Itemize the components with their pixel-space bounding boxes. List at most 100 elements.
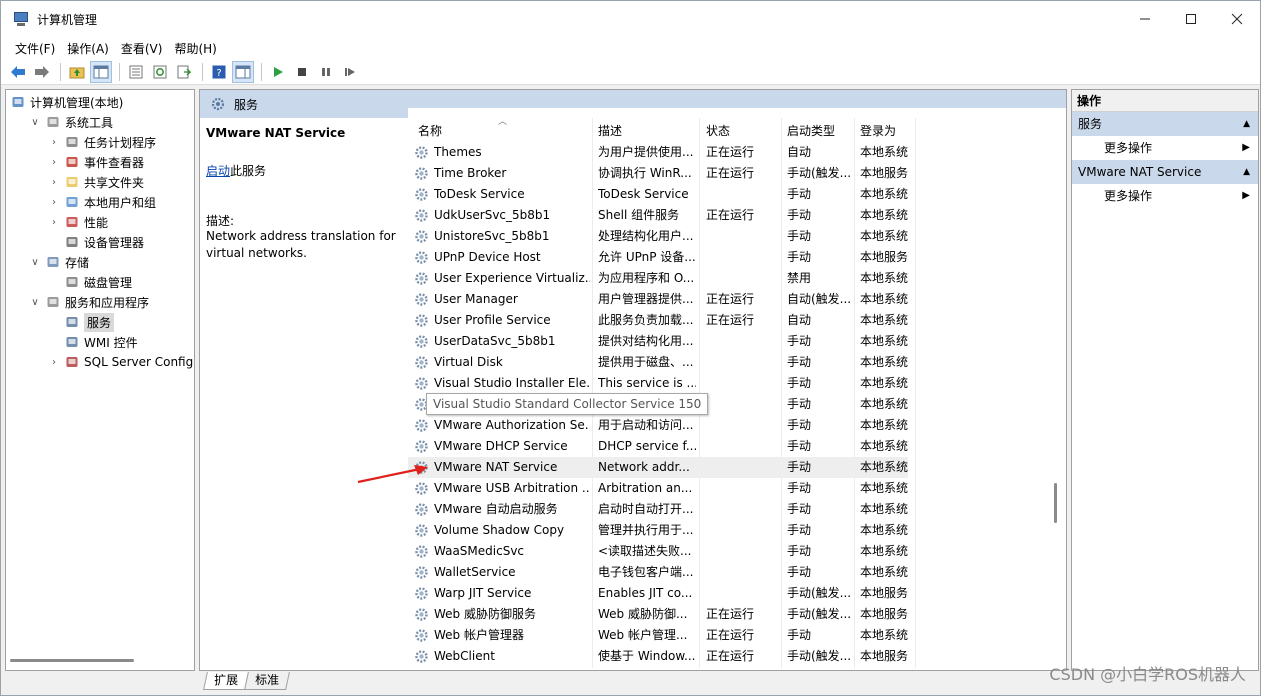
menu-help[interactable]: 帮助(H) [168,40,222,57]
service-row[interactable]: Web 帐户管理器 Web 帐户管理... 正在运行 手动 本地系统 [408,625,908,646]
column-header-logon-as[interactable]: 登录为 [860,120,920,140]
tree-item[interactable]: 设备管理器 [48,232,144,252]
export-list-button[interactable] [173,61,195,83]
pause-service-button[interactable] [315,61,337,83]
tree-item-label: 系统工具 [65,115,114,130]
service-row[interactable]: Themes 为用户提供使用... 正在运行 自动 本地系统 [408,142,908,163]
service-row[interactable]: UserDataSvc_5b8b1 提供对结构化用... 手动 本地系统 [408,331,908,352]
tree-expander-icon[interactable]: › [48,157,60,168]
tree-expander-icon[interactable]: ∨ [29,117,41,128]
service-row[interactable]: Warp JIT Service Enables JIT co... 手动(触发..… [408,583,908,604]
tab-extended[interactable]: 扩展 [203,672,249,690]
start-service-link[interactable]: 启动 [206,164,230,178]
menu-file[interactable]: 文件(F) [9,40,61,57]
column-divider[interactable] [915,118,916,668]
tree-item[interactable]: 服务 [48,312,115,332]
tree-expander-icon[interactable]: ∨ [29,257,41,268]
console-tree: 计算机管理(本地) ∨ 系统工具 › 任务计划程序 › 事件查看器 › 共享文件夹 › 本地用户和组… [5,89,195,671]
service-row[interactable]: VMware USB Arbitration ... Arbitration an… [408,478,908,499]
column-header-description[interactable]: 描述 [598,120,698,140]
tree-expander-icon[interactable]: › [48,177,60,188]
show-action-pane-button[interactable] [232,60,254,83]
service-row[interactable]: User Profile Service 此服务负责加载... 正在运行 自动 本地系统 [408,310,908,331]
tree-expander-icon[interactable]: › [48,357,60,368]
menu-action[interactable]: 操作(A) [61,40,115,57]
service-row[interactable]: Volume Shadow Copy 管理并执行用于... 手动 本地系统 [408,520,908,541]
service-row[interactable]: WebClient 使基于 Window... 正在运行 手动(触发... 本地服务 [408,646,908,667]
restart-service-button[interactable] [339,61,361,83]
service-startup-cell: 手动(触发... [787,586,851,600]
forward-button[interactable] [31,61,53,83]
sql-icon [64,354,80,370]
column-header-startup-type[interactable]: 启动类型 [787,120,855,140]
vertical-scrollbar-thumb[interactable] [1054,483,1057,523]
more-actions-item[interactable]: 更多操作 ▶ [1072,184,1258,208]
close-button[interactable] [1214,1,1260,37]
show-hide-tree-button[interactable] [90,60,112,83]
service-row[interactable]: Time Broker 协调执行 WinR... 正在运行 手动(触发... 本地服务 [408,163,908,184]
properties-icon [129,65,143,78]
back-button[interactable] [7,61,29,83]
up-level-button[interactable] [66,61,88,83]
properties-button[interactable] [125,61,147,83]
more-actions-label: 更多操作 [1104,189,1153,203]
start-service-button[interactable] [267,61,289,83]
service-row[interactable]: UnistoreSvc_5b8b1 处理结构化用户... 手动 本地系统 [408,226,908,247]
service-logon-cell: 本地系统 [860,481,909,495]
service-gear-icon [414,544,429,559]
service-row[interactable]: VMware NAT Service Network addr... 手动 本地系统 [408,457,908,478]
service-row[interactable]: VMware DHCP Service DHCP service f... 手动 本地… [408,436,908,457]
service-gear-icon [414,334,429,349]
tree-item[interactable]: › 本地用户和组 [48,192,156,212]
tree-item[interactable]: ∨ 系统工具 [29,112,113,132]
tree-item[interactable]: › SQL Server Configura [48,352,194,372]
tree-item[interactable]: › 性能 [48,212,108,232]
service-row[interactable]: Web 威胁防御服务 Web 威胁防御... 正在运行 手动(触发... 本地服务 [408,604,908,625]
actions-pane: 操作 服务 ▲ 更多操作 ▶ VMware NAT Service ▲ 更多操作… [1071,89,1259,671]
tree-item[interactable]: 计算机管理(本地) [10,92,123,112]
service-row[interactable]: Virtual Disk 提供用于磁盘、... 手动 本地系统 [408,352,908,373]
service-startup-cell: 自动 [787,145,812,159]
tree-expander-icon[interactable]: › [48,217,60,228]
service-gear-icon [414,586,429,601]
service-row[interactable]: WaaSMedicSvc <读取描述失败... 手动 本地系统 [408,541,908,562]
tree-item[interactable]: ∨ 服务和应用程序 [29,292,149,312]
tree-expander-icon[interactable]: ∨ [29,297,41,308]
tree-item[interactable]: › 共享文件夹 [48,172,144,192]
service-row[interactable]: User Manager 用户管理器提供... 正在运行 自动(触发... 本地系统 [408,289,908,310]
column-header-name[interactable]: 名称 [418,120,588,140]
tree-expander-icon[interactable]: › [48,137,60,148]
service-row[interactable]: ToDesk Service ToDesk Service 手动 本地系统 [408,184,908,205]
menu-view[interactable]: 查看(V) [115,40,169,57]
tree-item[interactable]: ∨ 存储 [29,252,89,272]
help-button[interactable]: ? [208,61,230,83]
collapse-up-icon[interactable]: ▲ [1243,112,1250,136]
collapse-up-icon[interactable]: ▲ [1243,160,1250,184]
service-row[interactable]: VMware 自动启动服务 启动时自动打开... 手动 本地系统 [408,499,908,520]
more-actions-item[interactable]: 更多操作 ▶ [1072,136,1258,160]
stop-service-button[interactable] [291,61,313,83]
service-row[interactable]: WalletService 电子钱包客户端... 手动 本地系统 [408,562,908,583]
maximize-button[interactable] [1168,1,1214,37]
service-startup-cell: 手动 [787,334,812,348]
service-row[interactable]: UPnP Device Host 允许 UPnP 设备... 手动 本地服务 [408,247,908,268]
tree-item[interactable]: WMI 控件 [48,332,138,352]
tree-item[interactable]: 磁盘管理 [48,272,132,292]
minimize-button[interactable] [1122,1,1168,37]
export-icon [177,65,191,78]
service-status-cell: 正在运行 [706,145,755,159]
service-row[interactable]: Visual Studio Installer Ele... This servi… [408,373,908,394]
tree-item[interactable]: › 任务计划程序 [48,132,156,152]
actions-section-services[interactable]: 服务 ▲ [1072,112,1258,136]
refresh-button[interactable] [149,61,171,83]
tree-item[interactable]: › 事件查看器 [48,152,144,172]
tab-standard[interactable]: 标准 [244,672,290,690]
service-row[interactable]: VMware Authorization Se... 用于启动和访问... 手动 本地… [408,415,908,436]
actions-section-vmware-nat[interactable]: VMware NAT Service ▲ [1072,160,1258,184]
column-header-status[interactable]: 状态 [706,120,776,140]
tree-expander-icon[interactable]: › [48,197,60,208]
service-gear-icon [414,502,429,517]
horizontal-scrollbar-thumb[interactable] [10,659,134,662]
service-row[interactable]: User Experience Virtualiz... 为应用程序和 O... 禁… [408,268,908,289]
service-row[interactable]: UdkUserSvc_5b8b1 Shell 组件服务 正在运行 手动 本地系统 [408,205,908,226]
